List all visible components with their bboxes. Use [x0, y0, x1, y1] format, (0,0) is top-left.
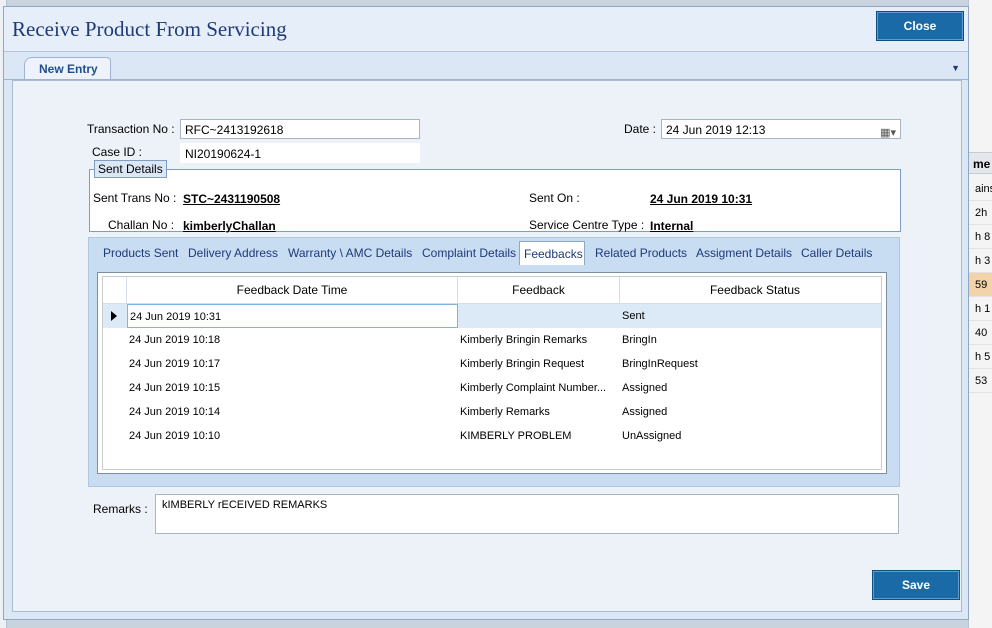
sent-trans-no-value: STC~2431190508	[183, 192, 281, 206]
feedback-date-time-cell[interactable]: 24 Jun 2019 10:10	[127, 424, 458, 448]
dialog-titlebar: Receive Product From Servicing	[4, 7, 968, 52]
tab-warranty-amc-details[interactable]: Warranty \ AMC Details	[284, 241, 416, 265]
background-grid-cell: 40	[969, 321, 992, 345]
tab-feedbacks[interactable]: Feedbacks	[519, 241, 585, 265]
feedback-cell[interactable]: Kimberly Complaint Number...	[458, 376, 618, 400]
row-pointer-icon	[111, 311, 117, 321]
row-header-corner	[103, 277, 127, 303]
feedback-cell[interactable]: Kimberly Remarks	[458, 400, 618, 424]
feedback-date-time-cell[interactable]: 24 Jun 2019 10:15	[127, 376, 458, 400]
challan-no-value: kimberlyChallan	[183, 219, 276, 233]
table-row[interactable]: 24 Jun 2019 10:18 Kimberly Bringin Remar…	[103, 328, 881, 352]
service-centre-type-value: Internal	[650, 219, 694, 233]
feedback-status-cell[interactable]: Assigned	[620, 376, 880, 400]
background-grid-cell: h 1	[969, 297, 992, 321]
receive-product-dialog: Receive Product From Servicing Close New…	[3, 6, 969, 620]
sent-trans-no-label: Sent Trans No :	[93, 191, 177, 205]
tab-new-entry[interactable]: New Entry	[24, 57, 111, 79]
column-header-feedback-status[interactable]: Feedback Status	[620, 277, 890, 303]
background-grid-cell: 59	[969, 273, 992, 297]
sent-details-title: Sent Details	[94, 160, 167, 178]
tab-products-sent[interactable]: Products Sent	[99, 241, 182, 265]
background-grid-cell: h 8	[969, 225, 992, 249]
feedback-status-cell[interactable]: BringIn	[620, 328, 880, 352]
feedback-date-time-cell[interactable]: 24 Jun 2019 10:14	[127, 400, 458, 424]
column-header-feedback-date-time[interactable]: Feedback Date Time	[127, 277, 458, 303]
tab-assigment-details[interactable]: Assigment Details	[692, 241, 796, 265]
table-row[interactable]: 24 Jun 2019 10:31 Sent	[103, 304, 881, 328]
tab-delivery-address[interactable]: Delivery Address	[184, 241, 282, 265]
background-grid-cell: h 3	[969, 249, 992, 273]
table-row[interactable]: 24 Jun 2019 10:10 KIMBERLY PROBLEM UnAss…	[103, 424, 881, 448]
tab-related-products[interactable]: Related Products	[591, 241, 691, 265]
feedback-date-time-cell[interactable]: 24 Jun 2019 10:17	[127, 352, 458, 376]
close-button[interactable]: Close	[876, 11, 964, 41]
background-app-grid: me ains 2h h 8 h 3 59 h 1 40 h 5 53	[968, 0, 992, 628]
sent-on-value: 24 Jun 2019 10:31	[650, 192, 753, 206]
column-header-feedback[interactable]: Feedback	[458, 277, 620, 303]
feedback-grid-header: Feedback Date Time Feedback Feedback Sta…	[103, 277, 881, 304]
table-row[interactable]: 24 Jun 2019 10:14 Kimberly Remarks Assig…	[103, 400, 881, 424]
remarks-label: Remarks :	[93, 502, 148, 516]
transaction-no-label: Transaction No :	[87, 122, 175, 136]
service-centre-type-label: Service Centre Type :	[529, 218, 645, 232]
feedback-status-cell[interactable]: UnAssigned	[620, 424, 880, 448]
background-grid-cell: 53	[969, 369, 992, 393]
sent-on-label: Sent On :	[529, 191, 580, 205]
feedback-cell[interactable]: KIMBERLY PROBLEM	[458, 424, 618, 448]
feedback-date-time-cell[interactable]: 24 Jun 2019 10:18	[127, 328, 458, 352]
feedback-grid-body: Feedback Date Time Feedback Feedback Sta…	[102, 276, 882, 470]
date-label: Date :	[624, 122, 657, 136]
feedback-cell[interactable]: Kimberly Bringin Request	[458, 352, 618, 376]
feedback-status-cell[interactable]: Sent	[620, 304, 880, 328]
background-grid-cell: h 5	[969, 345, 992, 369]
case-id-label: Case ID :	[92, 145, 143, 159]
dialog-title: Receive Product From Servicing	[12, 17, 287, 41]
transaction-no-field[interactable]: RFC~2413192618	[180, 119, 420, 139]
calendar-icon[interactable]: ▦▾	[880, 123, 896, 138]
remarks-field[interactable]: kIMBERLY rECEIVED REMARKS	[155, 494, 899, 534]
background-grid-cell: ains	[969, 177, 992, 201]
date-value: 24 Jun 2019 12:13	[666, 123, 766, 137]
feedback-grid: Feedback Date Time Feedback Feedback Sta…	[97, 272, 887, 474]
table-row[interactable]: 24 Jun 2019 10:15 Kimberly Complaint Num…	[103, 376, 881, 400]
new-entry-panel: Transaction No : RFC~2413192618 Case ID …	[12, 80, 962, 612]
feedback-cell[interactable]: Kimberly Bringin Remarks	[458, 328, 618, 352]
table-row[interactable]: 24 Jun 2019 10:17 Kimberly Bringin Reque…	[103, 352, 881, 376]
tab-caller-details[interactable]: Caller Details	[797, 241, 876, 265]
feedback-date-time-cell[interactable]: 24 Jun 2019 10:31	[127, 304, 458, 328]
challan-no-label: Challan No :	[108, 218, 175, 232]
save-button[interactable]: Save	[872, 570, 960, 600]
entry-tabstrip: New Entry ▼	[4, 57, 968, 80]
feedback-status-cell[interactable]: Assigned	[620, 400, 880, 424]
case-id-field: NI20190624-1	[180, 143, 420, 163]
background-grid-cell: 2h	[969, 201, 992, 225]
tab-list-dropdown-icon[interactable]: ▼	[951, 63, 960, 73]
feedback-status-cell[interactable]: BringInRequest	[620, 352, 880, 376]
date-picker[interactable]: 24 Jun 2019 12:13 ▦▾	[661, 119, 901, 139]
tab-complaint-details[interactable]: Complaint Details	[418, 241, 520, 265]
feedback-cell[interactable]	[460, 304, 618, 328]
detail-tabs-area: Products Sent Delivery Address Warranty …	[88, 237, 900, 487]
background-grid-header: me	[969, 152, 992, 174]
